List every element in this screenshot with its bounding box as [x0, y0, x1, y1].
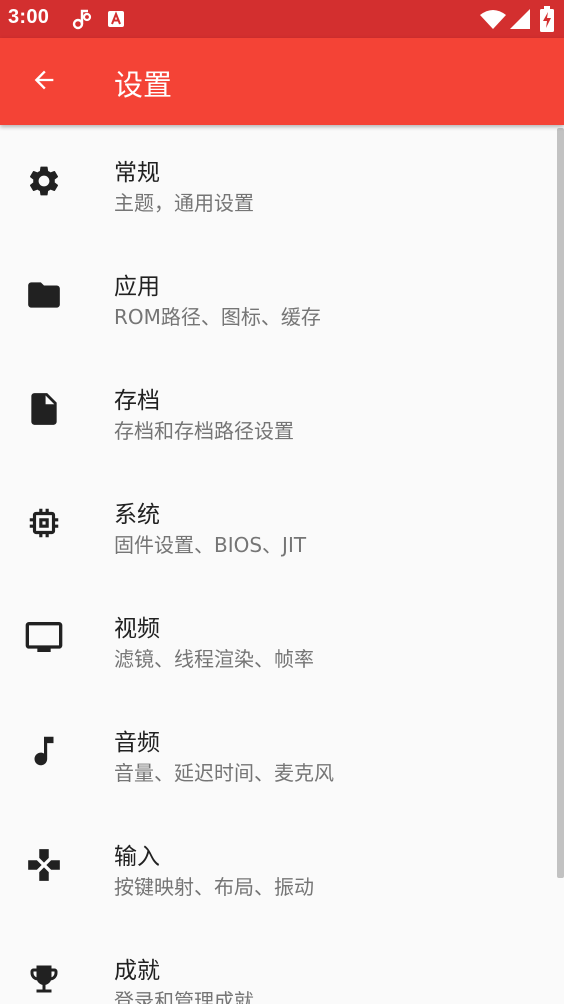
item-subtitle: 音量、延迟时间、麦克风 — [114, 761, 334, 785]
scrollbar[interactable] — [557, 128, 564, 878]
gear-icon — [24, 161, 64, 201]
cell-signal-icon — [510, 9, 530, 33]
item-subtitle: 主题，通用设置 — [114, 191, 254, 215]
wifi-icon — [480, 9, 506, 33]
settings-item-general[interactable]: 常规 主题，通用设置 — [0, 125, 556, 239]
item-title: 系统 — [114, 502, 160, 528]
settings-item-saves[interactable]: 存档 存档和存档路径设置 — [0, 353, 556, 467]
back-button[interactable] — [18, 56, 70, 108]
music-note-icon — [24, 731, 64, 771]
file-icon — [24, 389, 64, 429]
trophy-icon — [24, 959, 64, 999]
item-title: 音频 — [114, 730, 160, 756]
folder-icon — [24, 275, 64, 315]
app-bar: 设置 — [0, 38, 564, 125]
item-subtitle: 滤镜、线程渲染、帧率 — [114, 647, 314, 671]
tv-icon — [24, 617, 64, 657]
battery-charging-icon — [540, 6, 554, 36]
settings-item-audio[interactable]: 音频 音量、延迟时间、麦克风 — [0, 695, 556, 809]
settings-item-achievements[interactable]: 成就 登录和管理成就 — [0, 923, 556, 1004]
item-title: 视频 — [114, 616, 160, 642]
settings-item-system[interactable]: 系统 固件设置、BIOS、JIT — [0, 467, 556, 581]
page-title: 设置 — [114, 68, 173, 102]
item-title: 应用 — [114, 274, 160, 300]
item-subtitle: 存档和存档路径设置 — [114, 419, 294, 443]
item-title: 成就 — [114, 958, 160, 984]
item-subtitle: ROM路径、图标、缓存 — [114, 305, 321, 329]
settings-list[interactable]: 常规 主题，通用设置 应用 ROM路径、图标、缓存 存档 存档和存档路径设置 系… — [0, 125, 564, 1004]
settings-item-app[interactable]: 应用 ROM路径、图标、缓存 — [0, 239, 556, 353]
item-subtitle: 固件设置、BIOS、JIT — [114, 533, 307, 557]
gamepad-icon — [24, 845, 64, 885]
chip-icon — [24, 503, 64, 543]
item-title: 存档 — [114, 388, 160, 414]
status-bar: 3:00 — [0, 0, 564, 38]
settings-item-video[interactable]: 视频 滤镜、线程渲染、帧率 — [0, 581, 556, 695]
arrow-back-icon — [30, 66, 58, 98]
app-notification-icon — [107, 10, 125, 32]
status-time: 3:00 — [8, 6, 50, 28]
item-title: 输入 — [114, 844, 160, 870]
music-note-icon — [72, 8, 92, 34]
settings-item-input[interactable]: 输入 按键映射、布局、振动 — [0, 809, 556, 923]
item-subtitle: 登录和管理成就 — [114, 989, 254, 1004]
item-subtitle: 按键映射、布局、振动 — [114, 875, 314, 899]
item-title: 常规 — [114, 160, 160, 186]
